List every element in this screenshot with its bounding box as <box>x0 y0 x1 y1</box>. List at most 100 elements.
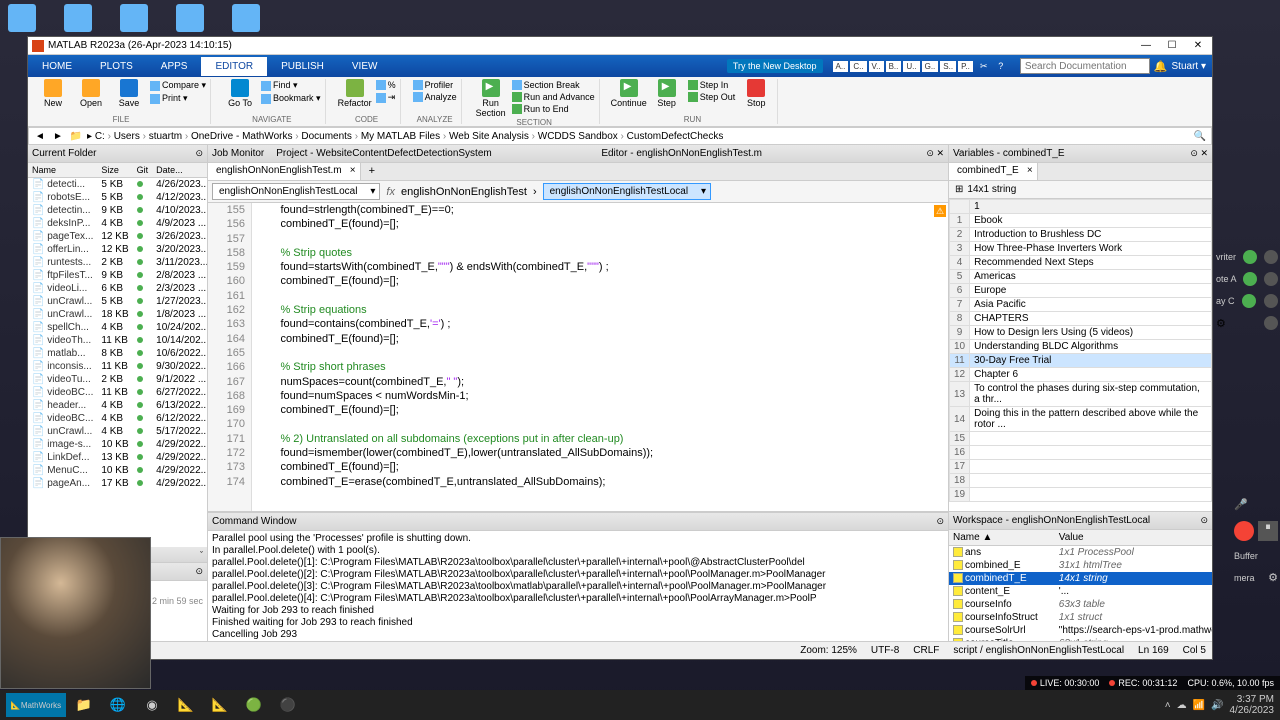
file-row[interactable]: 📄 spellCh...4 KB10/24/202... <box>28 321 207 334</box>
current-folder-table[interactable]: NameSizeGitDate...📄 detecti...5 KB4/26/2… <box>28 163 207 547</box>
shortcut-key[interactable]: A.. <box>833 61 849 72</box>
file-row[interactable]: 📄 matlab...8 KB10/6/2022... <box>28 347 207 360</box>
breadcrumb-item[interactable]: Users <box>114 131 140 142</box>
workspace-table[interactable]: Name ▲Valueans1x1 ProcessPoolcombined_E3… <box>949 530 1212 641</box>
breadcrumb-main[interactable]: englishOnNonEnglishTest <box>401 186 527 198</box>
gear-icon[interactable]: ⚙ <box>1268 571 1278 584</box>
workspace-header[interactable]: Workspace - englishOnNonEnglishTestLocal… <box>949 512 1212 530</box>
workspace-row[interactable]: content_E'... <box>949 585 1212 598</box>
editor-tab[interactable]: englishOnNonEnglishTest.m× <box>208 163 361 180</box>
breadcrumb-item[interactable]: OneDrive - MathWorks <box>191 131 293 142</box>
variable-cell[interactable]: 2Introduction to Brushless DC <box>950 228 1212 242</box>
refactor-button[interactable]: Refactor <box>338 79 372 108</box>
file-row[interactable]: 📄 image-s...10 KB4/29/2022... <box>28 438 207 451</box>
record-icon[interactable] <box>1234 521 1254 541</box>
lock-icon[interactable] <box>1264 250 1278 264</box>
open-button[interactable]: Open <box>74 79 108 108</box>
variables-header[interactable]: Variables - combinedT_E⊙ ✕ <box>949 145 1212 163</box>
tray-volume-icon[interactable]: 🔊 <box>1211 700 1223 711</box>
ribbon-tab-editor[interactable]: EDITOR <box>201 57 267 76</box>
current-folder-header[interactable]: Current Folder⊙ <box>28 145 207 163</box>
desktop-icon[interactable] <box>116 4 152 34</box>
profiler-button[interactable]: Profiler <box>413 79 457 91</box>
breadcrumb-item[interactable]: CustomDefectChecks <box>627 131 724 142</box>
tray-cloud-icon[interactable]: ☁ <box>1177 700 1187 711</box>
file-row[interactable]: 📄 detectin...9 KB4/10/2023... <box>28 204 207 217</box>
variable-cell[interactable]: 13To control the phases during six-step … <box>950 382 1212 407</box>
file-row[interactable]: 📄 header...4 KB6/13/2022... <box>28 399 207 412</box>
taskbar-matlab2-icon[interactable]: 📐 <box>204 693 236 717</box>
step-button[interactable]: Step <box>650 79 684 108</box>
forward-button[interactable]: ► <box>51 131 65 142</box>
workspace-row[interactable]: combinedT_E14x1 string <box>949 572 1212 585</box>
section-break-button[interactable]: Section Break <box>512 79 595 91</box>
run-advance-button[interactable]: Run and Advance <box>512 91 595 103</box>
save-button[interactable]: Save <box>112 79 146 108</box>
variable-cell[interactable]: 6Europe <box>950 284 1212 298</box>
continue-button[interactable]: Continue <box>612 79 646 108</box>
taskbar-matlab-icon[interactable]: 📐 <box>170 693 202 717</box>
breadcrumb-local[interactable]: englishOnNonEnglishTestLocal <box>543 183 711 200</box>
breadcrumb-item[interactable]: Documents <box>301 131 352 142</box>
close-var-tab-button[interactable]: × <box>1027 165 1033 176</box>
ribbon-tab-plots[interactable]: PLOTS <box>86 57 147 76</box>
pause-icon[interactable]: ⏸ <box>1258 521 1278 541</box>
editor-panel-title[interactable]: Editor - englishOnNonEnglishTest.m <box>601 148 926 159</box>
tray-chevron-icon[interactable]: ˄ <box>1165 700 1171 711</box>
file-row[interactable]: 📄 ftpFilesT...9 KB2/8/2023 ... <box>28 269 207 282</box>
shortcut-key[interactable]: B.. <box>886 61 902 72</box>
workspace-row[interactable]: courseInfoStruct1x1 struct <box>949 611 1212 624</box>
fx-icon[interactable]: fx <box>386 186 395 198</box>
variable-cell[interactable]: 14Doing this in the pattern described ab… <box>950 407 1212 432</box>
ribbon-tab-apps[interactable]: APPS <box>147 57 202 76</box>
step-out-button[interactable]: Step Out <box>688 91 736 103</box>
file-row[interactable]: 📄 inconsis...11 KB9/30/2022... <box>28 360 207 373</box>
titlebar[interactable]: MATLAB R2023a (26-Apr-2023 14:10:15) — ☐… <box>28 37 1212 55</box>
search-documentation-input[interactable] <box>1020 58 1150 74</box>
close-tab-button[interactable]: × <box>350 165 356 176</box>
add-tab-button[interactable]: + <box>361 163 383 180</box>
gear-icon[interactable]: ⚙ <box>1216 317 1226 330</box>
taskbar-explorer-icon[interactable]: 📁 <box>68 693 100 717</box>
breadcrumb-item[interactable]: My MATLAB Files <box>361 131 440 142</box>
breadcrumb-item[interactable]: Web Site Analysis <box>449 131 529 142</box>
breadcrumb-item[interactable]: WCDDS Sandbox <box>538 131 618 142</box>
variable-cell[interactable]: 8CHAPTERS <box>950 312 1212 326</box>
function-scope-dropdown[interactable]: englishOnNonEnglishTestLocal <box>212 183 380 200</box>
file-row[interactable]: 📄 unCrawl...5 KB1/27/2023... <box>28 295 207 308</box>
variable-cell[interactable]: 5Americas <box>950 270 1212 284</box>
desktop-icon[interactable] <box>228 4 264 34</box>
taskbar-mathworks[interactable]: 📐MathWorks <box>6 693 66 717</box>
qa-cut-icon[interactable]: ✂ <box>977 59 991 73</box>
taskbar-app2-icon[interactable]: 🟢 <box>238 693 270 717</box>
run-section-button[interactable]: Run Section <box>474 79 508 118</box>
taskbar[interactable]: 📐MathWorks 📁 🌐 ◉ 📐 📐 🟢 ⚫ ˄ ☁ 📶 🔊 3:37 PM… <box>0 690 1280 720</box>
shortcut-key[interactable]: V.. <box>869 61 884 72</box>
maximize-button[interactable]: ☐ <box>1166 40 1178 52</box>
variable-cell[interactable]: 1130-Day Free Trial <box>950 354 1212 368</box>
file-row[interactable]: 📄 robotsE...5 KB4/12/2023... <box>28 191 207 204</box>
command-window-header[interactable]: Command Window⊙ <box>208 513 948 531</box>
stop-button[interactable]: Stop <box>739 79 773 108</box>
file-row[interactable]: 📄 pageAn...17 KB4/29/2022... <box>28 477 207 490</box>
shortcut-key[interactable]: P.. <box>958 61 973 72</box>
try-new-desktop-button[interactable]: Try the New Desktop <box>727 59 823 73</box>
shortcut-key[interactable]: U.. <box>903 61 919 72</box>
address-bar[interactable]: ◄ ► 📁 ▸ C: › Users › stuartm › OneDrive … <box>28 127 1212 145</box>
project-header[interactable]: Job Monitor Project - WebsiteContentDefe… <box>208 145 948 163</box>
variable-cell[interactable]: 7Asia Pacific <box>950 298 1212 312</box>
breadcrumb-item[interactable]: C: <box>95 131 105 142</box>
file-row[interactable]: 📄 deksInP...4 KB4/9/2023 ... <box>28 217 207 230</box>
variable-cell[interactable]: 10Understanding BLDC Algorithms <box>950 340 1212 354</box>
panel-menu-button[interactable]: ⊙ ✕ <box>926 148 944 159</box>
job-monitor-tab[interactable]: Job Monitor <box>212 148 276 159</box>
user-menu[interactable]: Stuart ▾ <box>1172 61 1206 72</box>
workspace-row[interactable]: ans1x1 ProcessPool <box>949 546 1212 560</box>
taskbar-obs-icon[interactable]: ⚫ <box>272 693 304 717</box>
variable-tab[interactable]: combinedT_E× <box>949 163 1038 180</box>
bell-icon[interactable]: 🔔 <box>1154 60 1168 73</box>
variable-cell[interactable]: 1Ebook <box>950 214 1212 228</box>
close-button[interactable]: ✕ <box>1192 40 1204 52</box>
shortcut-key[interactable]: S.. <box>940 61 956 72</box>
run-to-end-button[interactable]: Run to End <box>512 103 595 115</box>
